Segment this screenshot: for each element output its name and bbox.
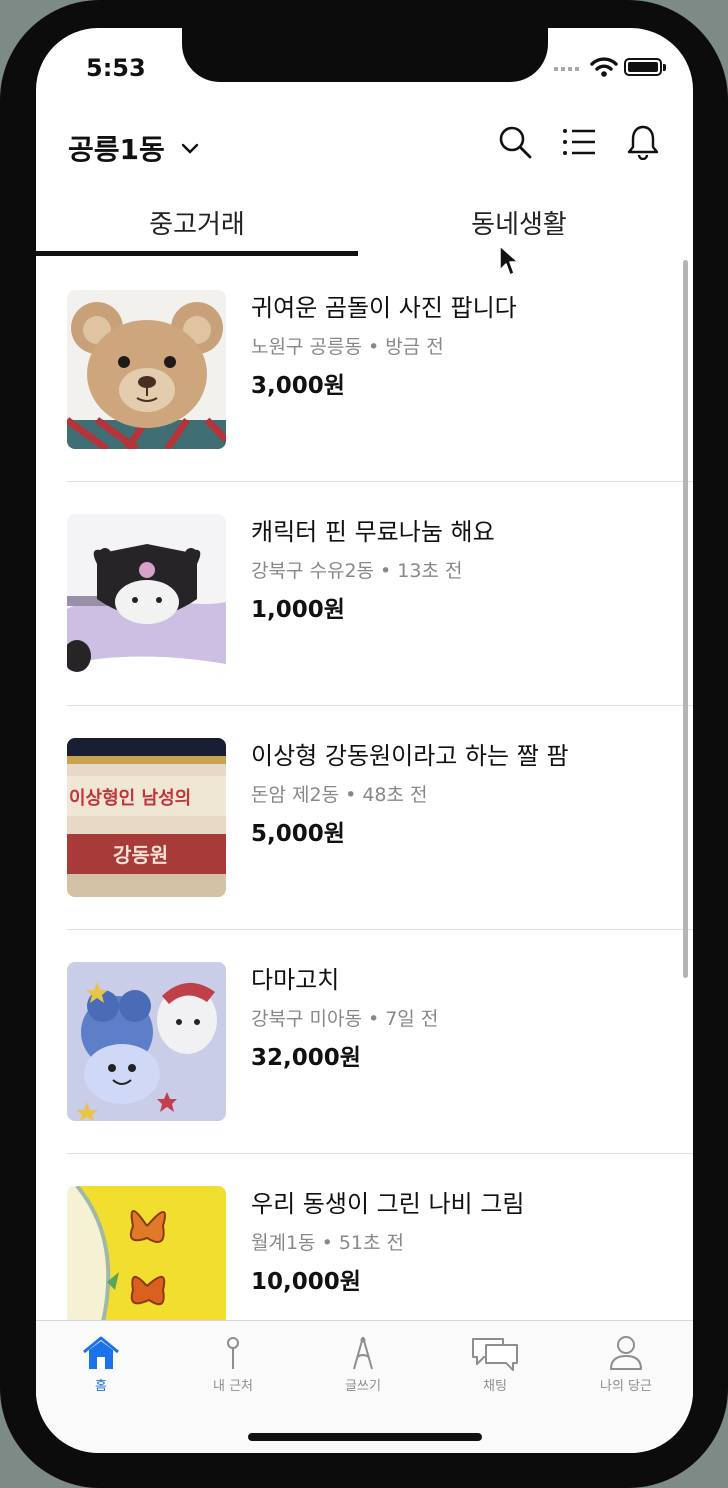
nav-nearby-label: 내 근처 — [212, 1379, 253, 1394]
item-price: 5,000원 — [251, 821, 345, 847]
list-item[interactable]: 우리 동생이 그린 나비 그림 월계1동 • 51초 전 10,000원 — [36, 1154, 693, 1322]
image-caption-line-1: 이상형인 남성의 — [69, 788, 191, 809]
item-title: 이상형 강동원이라고 하는 짤 팜 — [251, 742, 569, 770]
product-thumbnail — [67, 514, 226, 673]
list-item[interactable]: 이상형인 남성의 강동원 이상형 강동원이라고 하는 짤 팜 돈암 제2동 • … — [36, 706, 693, 930]
character-pin-image — [67, 514, 226, 673]
wifi-icon — [590, 57, 618, 77]
segment-tabs: 중고거래 동네생활 — [36, 198, 693, 258]
tab-used-trade[interactable]: 중고거래 — [36, 198, 358, 254]
search-button[interactable] — [497, 124, 533, 160]
bell-icon — [627, 125, 659, 161]
location-selector[interactable]: 공릉1동 — [68, 128, 199, 168]
nav-my-carrot[interactable]: 나의 당근 — [571, 1335, 681, 1394]
item-price: 10,000원 — [251, 1269, 361, 1295]
header-actions — [497, 124, 661, 161]
search-icon — [499, 126, 532, 159]
item-title: 귀여운 곰돌이 사진 팝니다 — [251, 294, 517, 322]
nav-home[interactable]: 홈 — [46, 1335, 156, 1394]
product-thumbnail — [67, 962, 226, 1121]
mouse-cursor-icon — [499, 245, 519, 276]
item-price: 1,000원 — [251, 597, 345, 623]
scrollbar[interactable] — [683, 260, 688, 978]
item-title: 다마고치 — [251, 966, 340, 994]
nav-chat-label: 채팅 — [483, 1379, 507, 1394]
nav-write-label: 글쓰기 — [345, 1379, 381, 1394]
home-icon — [83, 1336, 119, 1369]
item-title: 우리 동생이 그린 나비 그림 — [251, 1190, 525, 1218]
nav-chat[interactable]: 채팅 — [440, 1335, 550, 1394]
product-thumbnail — [67, 290, 226, 449]
status-time: 5:53 — [86, 54, 146, 82]
product-thumbnail — [67, 1186, 226, 1322]
battery-icon — [624, 58, 666, 76]
device-frame: 5:53 공릉1동 중고거래 동네생활 귀여운 곰돌이 사진 팝니다 노원구 공… — [0, 0, 728, 1488]
list-item[interactable]: 다마고치 강북구 미아동 • 7일 전 32,000원 — [36, 930, 693, 1154]
tamagotchi-image — [67, 962, 226, 1121]
category-menu-button[interactable] — [561, 124, 597, 160]
nav-my-carrot-label: 나의 당근 — [600, 1379, 652, 1394]
person-icon — [610, 1336, 642, 1370]
item-price: 32,000원 — [251, 1045, 361, 1071]
chat-bubbles-icon — [472, 1338, 518, 1371]
notch — [182, 28, 548, 82]
item-meta: 돈암 제2동 • 48초 전 — [251, 784, 428, 806]
app-screen: 5:53 공릉1동 중고거래 동네생활 귀여운 곰돌이 사진 팝니다 노원구 공… — [36, 28, 693, 1453]
nav-home-label: 홈 — [95, 1379, 107, 1394]
status-icons — [554, 56, 666, 78]
butterfly-drawing-image — [67, 1186, 226, 1322]
list-icon — [563, 129, 595, 155]
signal-icon — [554, 67, 582, 71]
tab-indicator — [36, 251, 358, 256]
tv-caption-image: 이상형인 남성의 강동원 — [67, 738, 226, 897]
item-meta: 월계1동 • 51초 전 — [251, 1232, 404, 1254]
product-thumbnail: 이상형인 남성의 강동원 — [67, 738, 226, 897]
notifications-button[interactable] — [625, 124, 661, 161]
nav-nearby[interactable]: 내 근처 — [178, 1335, 288, 1394]
item-meta: 노원구 공릉동 • 방금 전 — [251, 336, 444, 358]
list-item[interactable]: 귀여운 곰돌이 사진 팝니다 노원구 공릉동 • 방금 전 3,000원 — [36, 258, 693, 482]
map-pin-icon — [227, 1337, 239, 1369]
list-item[interactable]: 캐릭터 핀 무료나눔 해요 강북구 수유2동 • 13초 전 1,000원 — [36, 482, 693, 706]
compass-pen-icon — [353, 1336, 373, 1370]
item-title: 캐릭터 핀 무료나눔 해요 — [251, 518, 495, 546]
home-indicator — [248, 1433, 482, 1441]
location-name: 공릉1동 — [68, 133, 165, 166]
chevron-down-icon — [181, 143, 198, 154]
item-price: 3,000원 — [251, 373, 345, 399]
product-list: 귀여운 곰돌이 사진 팝니다 노원구 공릉동 • 방금 전 3,000원 캐릭터… — [36, 258, 693, 1322]
item-meta: 강북구 미아동 • 7일 전 — [251, 1008, 439, 1030]
item-meta: 강북구 수유2동 • 13초 전 — [251, 560, 463, 582]
top-header: 공릉1동 — [36, 120, 693, 180]
image-caption-line-2: 강동원 — [113, 843, 168, 867]
teddy-bear-image — [67, 290, 226, 449]
nav-write[interactable]: 글쓰기 — [308, 1335, 418, 1394]
